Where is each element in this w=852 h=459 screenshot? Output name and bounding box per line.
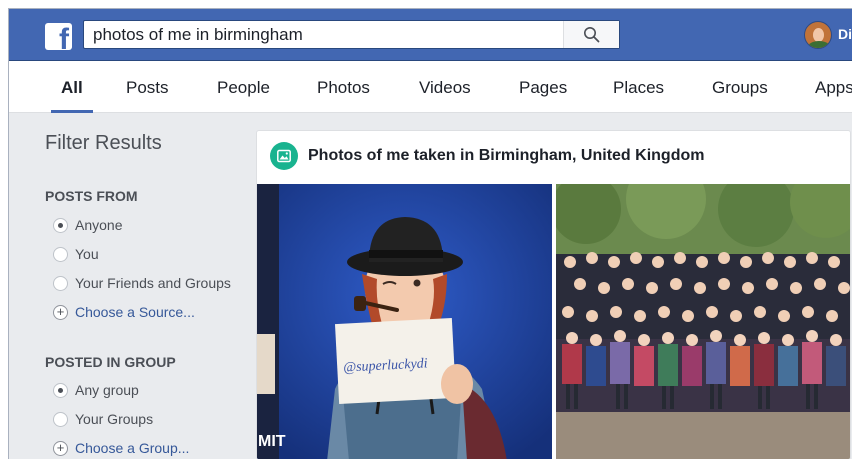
photo-thumbnail[interactable] bbox=[556, 184, 850, 459]
radio-selected[interactable] bbox=[53, 383, 68, 398]
plus-circle-icon: + bbox=[53, 305, 68, 320]
photo-thumbnail[interactable]: MIT @superluckydi bbox=[257, 184, 552, 459]
facebook-window: f Di All Posts People Photos Videos Page… bbox=[8, 8, 852, 459]
radio[interactable] bbox=[53, 247, 68, 262]
tab-posts[interactable]: Posts bbox=[126, 61, 169, 113]
photo-edge-text: MIT bbox=[258, 433, 286, 450]
facebook-logo-icon[interactable]: f bbox=[45, 23, 72, 50]
photo-icon bbox=[270, 142, 298, 170]
search-input[interactable] bbox=[84, 21, 564, 48]
photos-result-card: Photos of me taken in Birmingham, United… bbox=[256, 130, 851, 459]
tab-people[interactable]: People bbox=[217, 61, 270, 113]
tab-places[interactable]: Places bbox=[613, 61, 664, 113]
card-title[interactable]: Photos of me taken in Birmingham, United… bbox=[308, 147, 704, 165]
radio[interactable] bbox=[53, 412, 68, 427]
posts-from-heading: POSTS FROM bbox=[45, 188, 138, 204]
posted-in-group-heading: POSTED IN GROUP bbox=[45, 354, 176, 370]
tab-pages[interactable]: Pages bbox=[519, 61, 567, 113]
profile-name[interactable]: Di bbox=[838, 26, 852, 42]
tab-photos[interactable]: Photos bbox=[317, 61, 370, 113]
search-results-tabs: All Posts People Photos Videos Pages Pla… bbox=[9, 61, 852, 113]
tab-all[interactable]: All bbox=[51, 61, 93, 113]
tab-apps[interactable]: Apps bbox=[815, 61, 852, 113]
filter-sidebar: Filter Results POSTS FROM Anyone You You… bbox=[45, 132, 231, 456]
photo-group bbox=[556, 184, 850, 459]
top-navigation-bar: f Di bbox=[9, 9, 852, 61]
plus-circle-icon: + bbox=[53, 441, 68, 456]
radio-selected[interactable] bbox=[53, 218, 68, 233]
radio[interactable] bbox=[53, 276, 68, 291]
profile-avatar[interactable] bbox=[804, 21, 832, 49]
search-box[interactable] bbox=[83, 20, 620, 49]
tab-videos[interactable]: Videos bbox=[419, 61, 471, 113]
photo-portrait: MIT @superluckydi bbox=[257, 184, 552, 459]
tab-groups[interactable]: Groups bbox=[712, 61, 768, 113]
search-button[interactable] bbox=[563, 21, 619, 48]
search-icon bbox=[584, 27, 600, 43]
filter-results-title: Filter Results bbox=[45, 132, 162, 154]
